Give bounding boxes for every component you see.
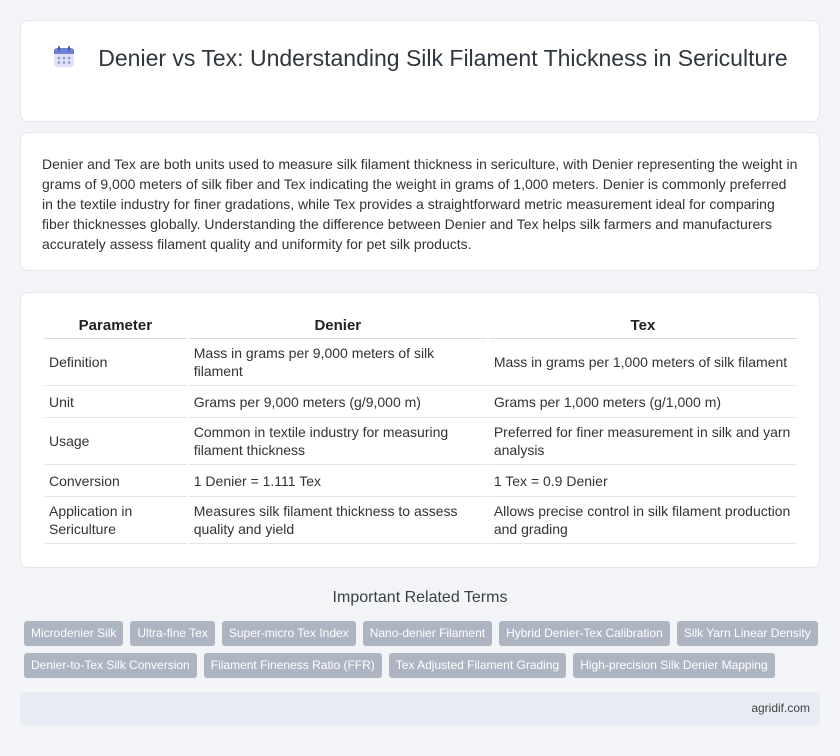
page-title: Denier vs Tex: Understanding Silk Filame…	[98, 45, 788, 71]
tag-ultra-fine-tex[interactable]: Ultra-fine Tex	[130, 621, 215, 646]
table-row: Conversion 1 Denier = 1.111 Tex 1 Tex = …	[44, 465, 797, 497]
tag-hybrid-denier-tex-calibration[interactable]: Hybrid Denier-Tex Calibration	[499, 621, 670, 646]
related-tags: Microdenier Silk Ultra-fine Tex Super-mi…	[24, 621, 824, 685]
page-title-wrap: Denier vs Tex: Understanding Silk Filame…	[21, 43, 819, 73]
cell-denier: 1 Denier = 1.111 Tex	[188, 465, 487, 497]
cell-tex: Allows precise control in silk filament …	[488, 497, 797, 544]
tag-high-precision-silk-denier-mapping[interactable]: High-precision Silk Denier Mapping	[573, 653, 775, 678]
cell-parameter: Unit	[44, 386, 187, 418]
tag-microdenier-silk[interactable]: Microdenier Silk	[24, 621, 124, 646]
header-tex: Tex	[488, 313, 797, 339]
header-denier: Denier	[188, 313, 487, 339]
table-row: Usage Common in textile industry for mea…	[44, 418, 797, 465]
table-row: Application in Sericulture Measures silk…	[44, 497, 797, 544]
title-card: Denier vs Tex: Understanding Silk Filame…	[20, 20, 820, 122]
tag-row: Denier-to-Tex Silk Conversion Filament F…	[24, 653, 824, 678]
cell-tex: Mass in grams per 1,000 meters of silk f…	[488, 339, 797, 386]
related-terms-title: Important Related Terms	[332, 589, 508, 606]
cell-denier: Common in textile industry for measuring…	[188, 418, 487, 465]
comparison-card: Parameter Denier Tex Definition Mass in …	[20, 292, 820, 568]
cell-parameter: Usage	[44, 418, 187, 465]
cell-parameter: Definition	[44, 339, 187, 386]
intro-card: Denier and Tex are both units used to me…	[20, 132, 820, 271]
footer: agridif.com	[20, 692, 820, 725]
cell-denier: Mass in grams per 9,000 meters of silk f…	[188, 339, 487, 386]
footer-site[interactable]: agridif.com	[751, 701, 810, 715]
cell-denier: Measures silk filament thickness to asse…	[188, 497, 487, 544]
table-row: Unit Grams per 9,000 meters (g/9,000 m) …	[44, 386, 797, 418]
tag-tex-adjusted-filament-grading[interactable]: Tex Adjusted Filament Grading	[388, 653, 567, 678]
cell-parameter: Application in Sericulture	[44, 497, 187, 544]
tag-super-micro-tex-index[interactable]: Super-micro Tex Index	[221, 621, 356, 646]
tag-silk-yarn-linear-density[interactable]: Silk Yarn Linear Density	[676, 621, 818, 646]
tag-denier-to-tex-conversion[interactable]: Denier-to-Tex Silk Conversion	[24, 653, 197, 678]
cell-tex: Preferred for finer measurement in silk …	[488, 418, 797, 465]
cell-tex: 1 Tex = 0.9 Denier	[488, 465, 797, 497]
comparison-table: Parameter Denier Tex Definition Mass in …	[42, 313, 799, 544]
header-parameter: Parameter	[44, 313, 187, 339]
cell-denier: Grams per 9,000 meters (g/9,000 m)	[188, 386, 487, 418]
tag-row: Microdenier Silk Ultra-fine Tex Super-mi…	[24, 621, 824, 646]
tag-nano-denier-filament[interactable]: Nano-denier Filament	[362, 621, 493, 646]
cell-tex: Grams per 1,000 meters (g/1,000 m)	[488, 386, 797, 418]
tag-filament-fineness-ratio[interactable]: Filament Fineness Ratio (FFR)	[203, 653, 382, 678]
table-row: Definition Mass in grams per 9,000 meter…	[44, 339, 797, 386]
intro-paragraph: Denier and Tex are both units used to me…	[42, 156, 798, 252]
calendar-icon	[54, 46, 75, 67]
table-header-row: Parameter Denier Tex	[44, 313, 797, 339]
cell-parameter: Conversion	[44, 465, 187, 497]
